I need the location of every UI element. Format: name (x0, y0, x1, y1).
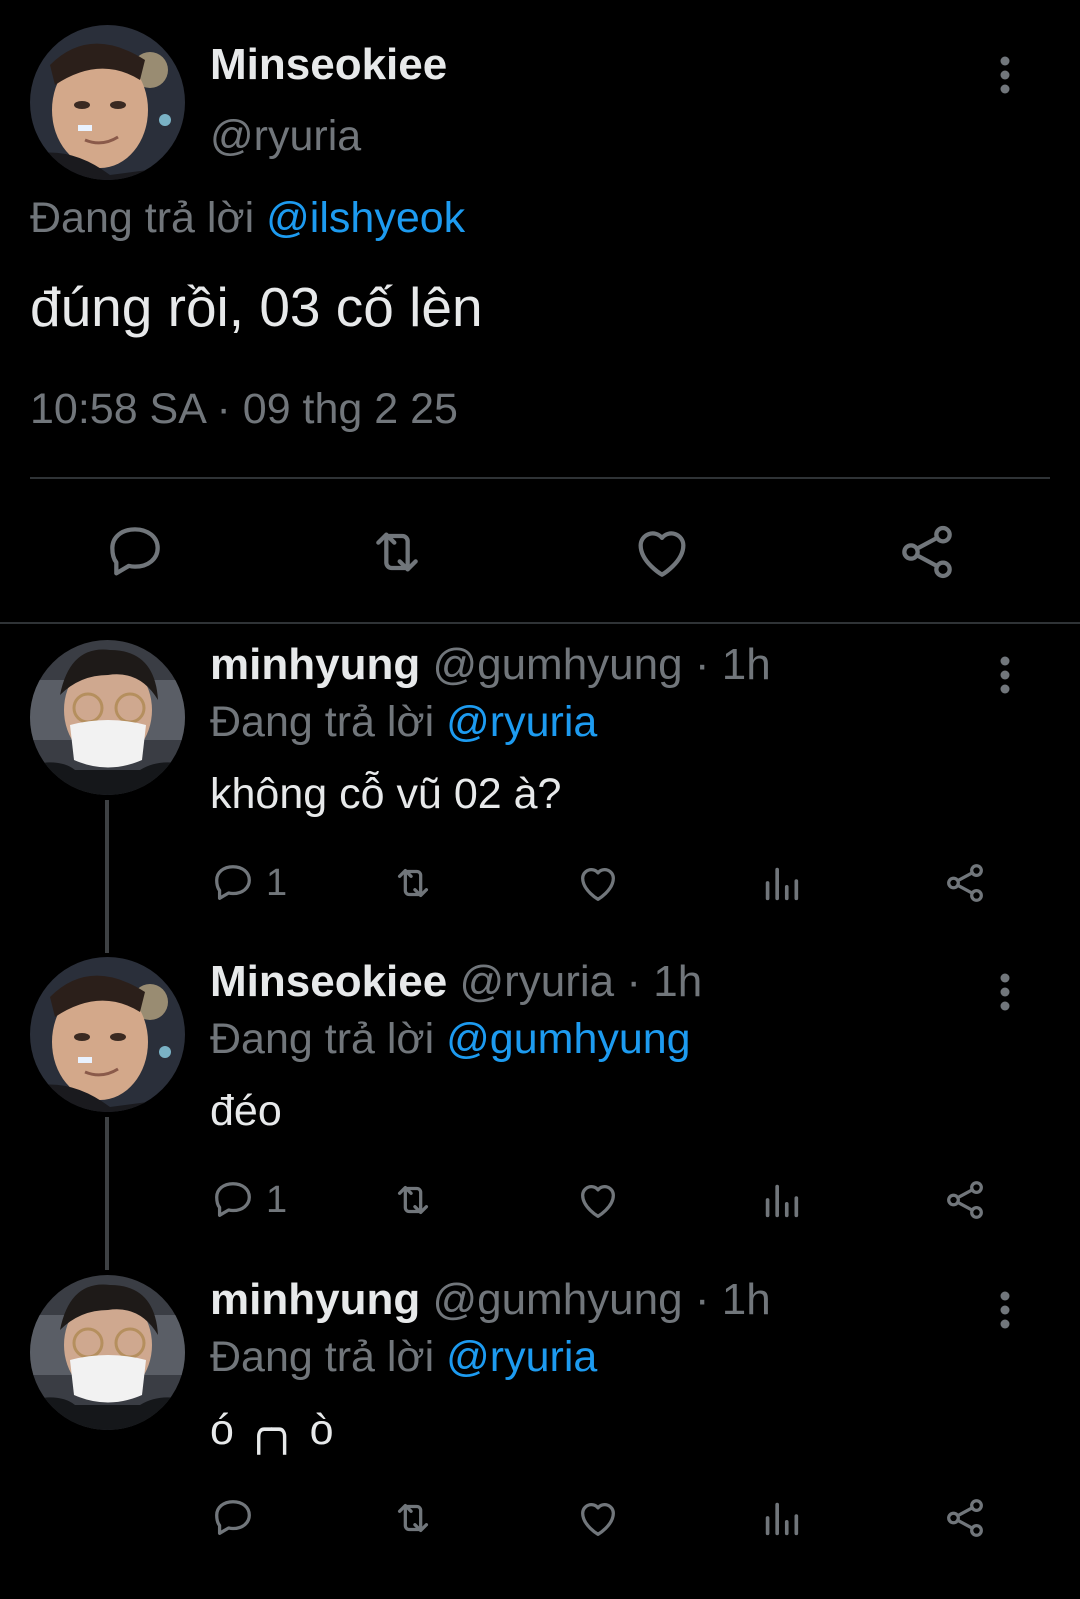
reply-button[interactable]: 1 (210, 858, 287, 908)
replying-to: Đang trả lời @ilshyeok (30, 194, 465, 243)
replying-to: Đang trả lời @ryuria (210, 1333, 597, 1382)
tweet-timestamp: 10:58 SA · 09 thg 2 25 (30, 385, 458, 434)
thread-connector-line (105, 800, 109, 953)
views-icon[interactable] (758, 1175, 804, 1225)
views-icon[interactable] (758, 858, 804, 908)
author-name[interactable]: Minseokiee (210, 957, 447, 1006)
avatar[interactable] (30, 640, 185, 795)
reply-time[interactable]: 1h (722, 640, 771, 689)
author-name[interactable]: minhyung (210, 640, 420, 689)
share-icon[interactable] (942, 858, 988, 908)
meta-separator: · (216, 385, 231, 433)
reply-text: đéo (210, 1087, 282, 1135)
author-handle[interactable]: @ryuria (210, 112, 361, 161)
like-icon[interactable] (575, 1175, 621, 1225)
reply-icon (215, 865, 251, 900)
replying-to-link[interactable]: @ryuria (446, 1333, 597, 1381)
reply-header: minhyung @gumhyung · 1h (210, 640, 771, 690)
replying-prefix: Đang trả lời (210, 698, 435, 746)
reply-header: Minseokiee @ryuria · 1h (210, 957, 702, 1007)
avatar[interactable] (30, 1275, 185, 1430)
reply-count: 1 (266, 861, 288, 904)
reply-button[interactable] (210, 1493, 266, 1543)
retweet-icon[interactable] (390, 1175, 436, 1225)
author-name[interactable]: minhyung (210, 1275, 420, 1324)
thread-connector-line (105, 1117, 109, 1270)
more-options-icon[interactable] (990, 55, 1020, 95)
replying-to-link[interactable]: @gumhyung (446, 1015, 690, 1063)
more-options-icon[interactable] (990, 655, 1020, 695)
header-dot: · (694, 1275, 710, 1324)
reply-icon[interactable] (103, 520, 167, 584)
retweet-icon[interactable] (390, 858, 436, 908)
replying-prefix: Đang trả lời (210, 1015, 435, 1063)
reply-text: không cỗ vũ 02 à? (210, 770, 562, 818)
share-icon[interactable] (942, 1175, 988, 1225)
reply-tweet: Minseokiee @ryuria · 1h Đang trả lời @gu… (0, 947, 1080, 1270)
replying-to: Đang trả lời @gumhyung (210, 1015, 691, 1064)
section-divider (0, 622, 1080, 624)
views-icon[interactable] (758, 1493, 804, 1543)
like-icon[interactable] (575, 1493, 621, 1543)
reply-time[interactable]: 1h (722, 1275, 771, 1324)
author-handle[interactable]: @gumhyung (432, 640, 682, 689)
replying-prefix: Đang trả lời (30, 194, 255, 242)
reply-header: minhyung @gumhyung · 1h (210, 1275, 771, 1325)
avatar[interactable] (30, 25, 185, 180)
reply-text: ó ╭╮ ò (210, 1406, 334, 1454)
replying-to-link[interactable]: @ryuria (446, 698, 597, 746)
retweet-icon[interactable] (365, 520, 429, 584)
header-dot: · (694, 640, 710, 689)
reply-icon (215, 1182, 251, 1217)
share-icon[interactable] (942, 1493, 988, 1543)
reply-tweet: minhyung @gumhyung · 1h Đang trả lời @ry… (0, 630, 1080, 953)
author-handle[interactable]: @ryuria (459, 957, 614, 1006)
author-handle[interactable]: @gumhyung (432, 1275, 682, 1324)
replying-to-link[interactable]: @ilshyeok (266, 194, 465, 242)
avatar[interactable] (30, 957, 185, 1112)
replying-prefix: Đang trả lời (210, 1333, 435, 1381)
like-icon[interactable] (575, 858, 621, 908)
divider (30, 477, 1050, 479)
reply-icon (215, 1500, 251, 1535)
more-options-icon[interactable] (990, 1290, 1020, 1330)
share-icon[interactable] (895, 520, 959, 584)
like-icon[interactable] (630, 520, 694, 584)
reply-time[interactable]: 1h (653, 957, 702, 1006)
tweet-text: đúng rồi, 03 cố lên (30, 276, 483, 338)
replying-to: Đang trả lời @ryuria (210, 698, 597, 747)
tweet-date: 09 thg 2 25 (242, 385, 458, 433)
main-tweet: Minseokiee @ryuria Đang trả lời @ilshyeo… (0, 0, 1080, 625)
reply-count: 1 (266, 1178, 288, 1221)
retweet-icon[interactable] (390, 1493, 436, 1543)
header-dot: · (626, 957, 642, 1006)
reply-tweet: minhyung @gumhyung · 1h Đang trả lời @ry… (0, 1265, 1080, 1585)
more-options-icon[interactable] (990, 972, 1020, 1012)
tweet-time: 10:58 SA (30, 385, 205, 433)
reply-button[interactable]: 1 (210, 1175, 287, 1225)
author-name[interactable]: Minseokiee (210, 40, 447, 90)
